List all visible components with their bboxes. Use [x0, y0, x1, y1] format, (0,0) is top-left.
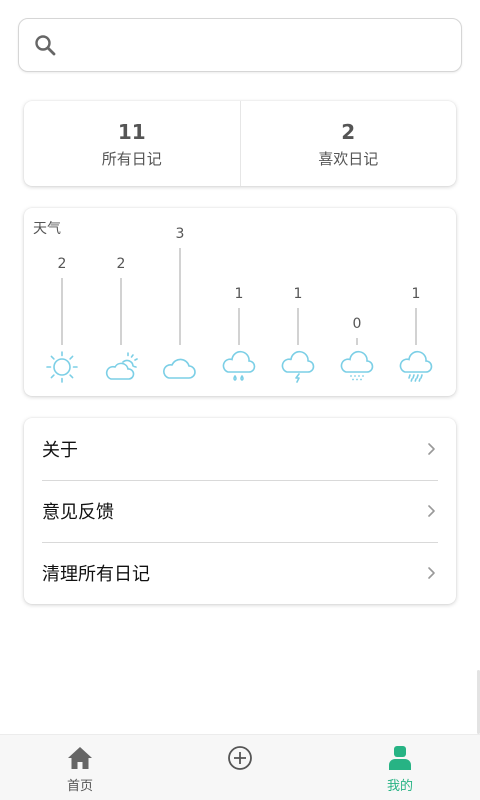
- weather-count: 1: [293, 286, 303, 302]
- weather-count: 2: [57, 256, 67, 272]
- weather-column: 1: [209, 208, 269, 396]
- weather-count: 1: [234, 286, 244, 302]
- weather-column: 2: [91, 208, 151, 396]
- weather-count: 2: [116, 256, 126, 272]
- stat-value: 11: [117, 119, 146, 144]
- home-icon: [68, 747, 92, 769]
- settings-menu: 关于 意见反馈 清理所有日记: [24, 418, 456, 604]
- weather-bar: [61, 278, 63, 345]
- profile-icon: [389, 746, 411, 770]
- nav-label: 我的: [386, 779, 413, 794]
- weather-column: 1: [268, 208, 328, 396]
- stat-liked-diaries[interactable]: 2 喜欢日记: [239, 101, 457, 186]
- weather-card: 天气 2 2 3 1 1 0 1: [24, 208, 456, 396]
- menu-item-feedback[interactable]: 意见反馈: [24, 480, 456, 542]
- search-input[interactable]: [67, 19, 461, 71]
- stat-label: 所有日记: [101, 149, 162, 168]
- nav-home[interactable]: 首页: [0, 735, 160, 800]
- nav-add[interactable]: [160, 735, 320, 800]
- weather-column: 2: [32, 208, 92, 396]
- chevron-right-icon: [428, 443, 435, 455]
- stats-card: 11 所有日记 2 喜欢日记: [24, 101, 456, 186]
- snow-icon: [340, 350, 374, 381]
- stat-all-diaries[interactable]: 11 所有日记: [24, 101, 240, 186]
- add-circle-icon: [228, 746, 252, 770]
- weather-count: 0: [352, 316, 362, 332]
- weather-bar: [120, 278, 122, 345]
- menu-item-label: 关于: [42, 440, 78, 461]
- weather-count: 3: [175, 226, 185, 242]
- thunderstorm-icon: [281, 350, 315, 383]
- sunny-icon: [46, 351, 78, 383]
- menu-item-clear-all[interactable]: 清理所有日记: [24, 542, 456, 604]
- weather-bar: [179, 248, 181, 345]
- menu-item-label: 清理所有日记: [42, 564, 150, 585]
- weather-bar: [415, 308, 417, 345]
- chevron-right-icon: [428, 567, 435, 579]
- rain-icon: [222, 350, 256, 381]
- stat-value: 2: [341, 119, 356, 144]
- weather-column: 1: [386, 208, 446, 396]
- search-bar[interactable]: [18, 18, 462, 72]
- nav-profile[interactable]: 我的: [320, 735, 480, 800]
- weather-bar: [238, 308, 240, 345]
- menu-item-about[interactable]: 关于: [24, 418, 456, 480]
- weather-column: 0: [327, 208, 387, 396]
- chevron-right-icon: [428, 505, 435, 517]
- stat-label: 喜欢日记: [318, 149, 379, 168]
- partly-cloudy-icon: [105, 352, 138, 380]
- weather-column: 3: [150, 208, 210, 396]
- weather-bar: [356, 338, 358, 345]
- weather-bar: [297, 308, 299, 345]
- bottom-nav: 首页 我的: [0, 734, 480, 800]
- menu-item-label: 意见反馈: [42, 502, 114, 523]
- heavy-rain-icon: [399, 350, 433, 382]
- cloudy-icon: [163, 358, 196, 379]
- search-icon: [35, 35, 56, 56]
- nav-label: 首页: [66, 779, 93, 794]
- weather-count: 1: [411, 286, 421, 302]
